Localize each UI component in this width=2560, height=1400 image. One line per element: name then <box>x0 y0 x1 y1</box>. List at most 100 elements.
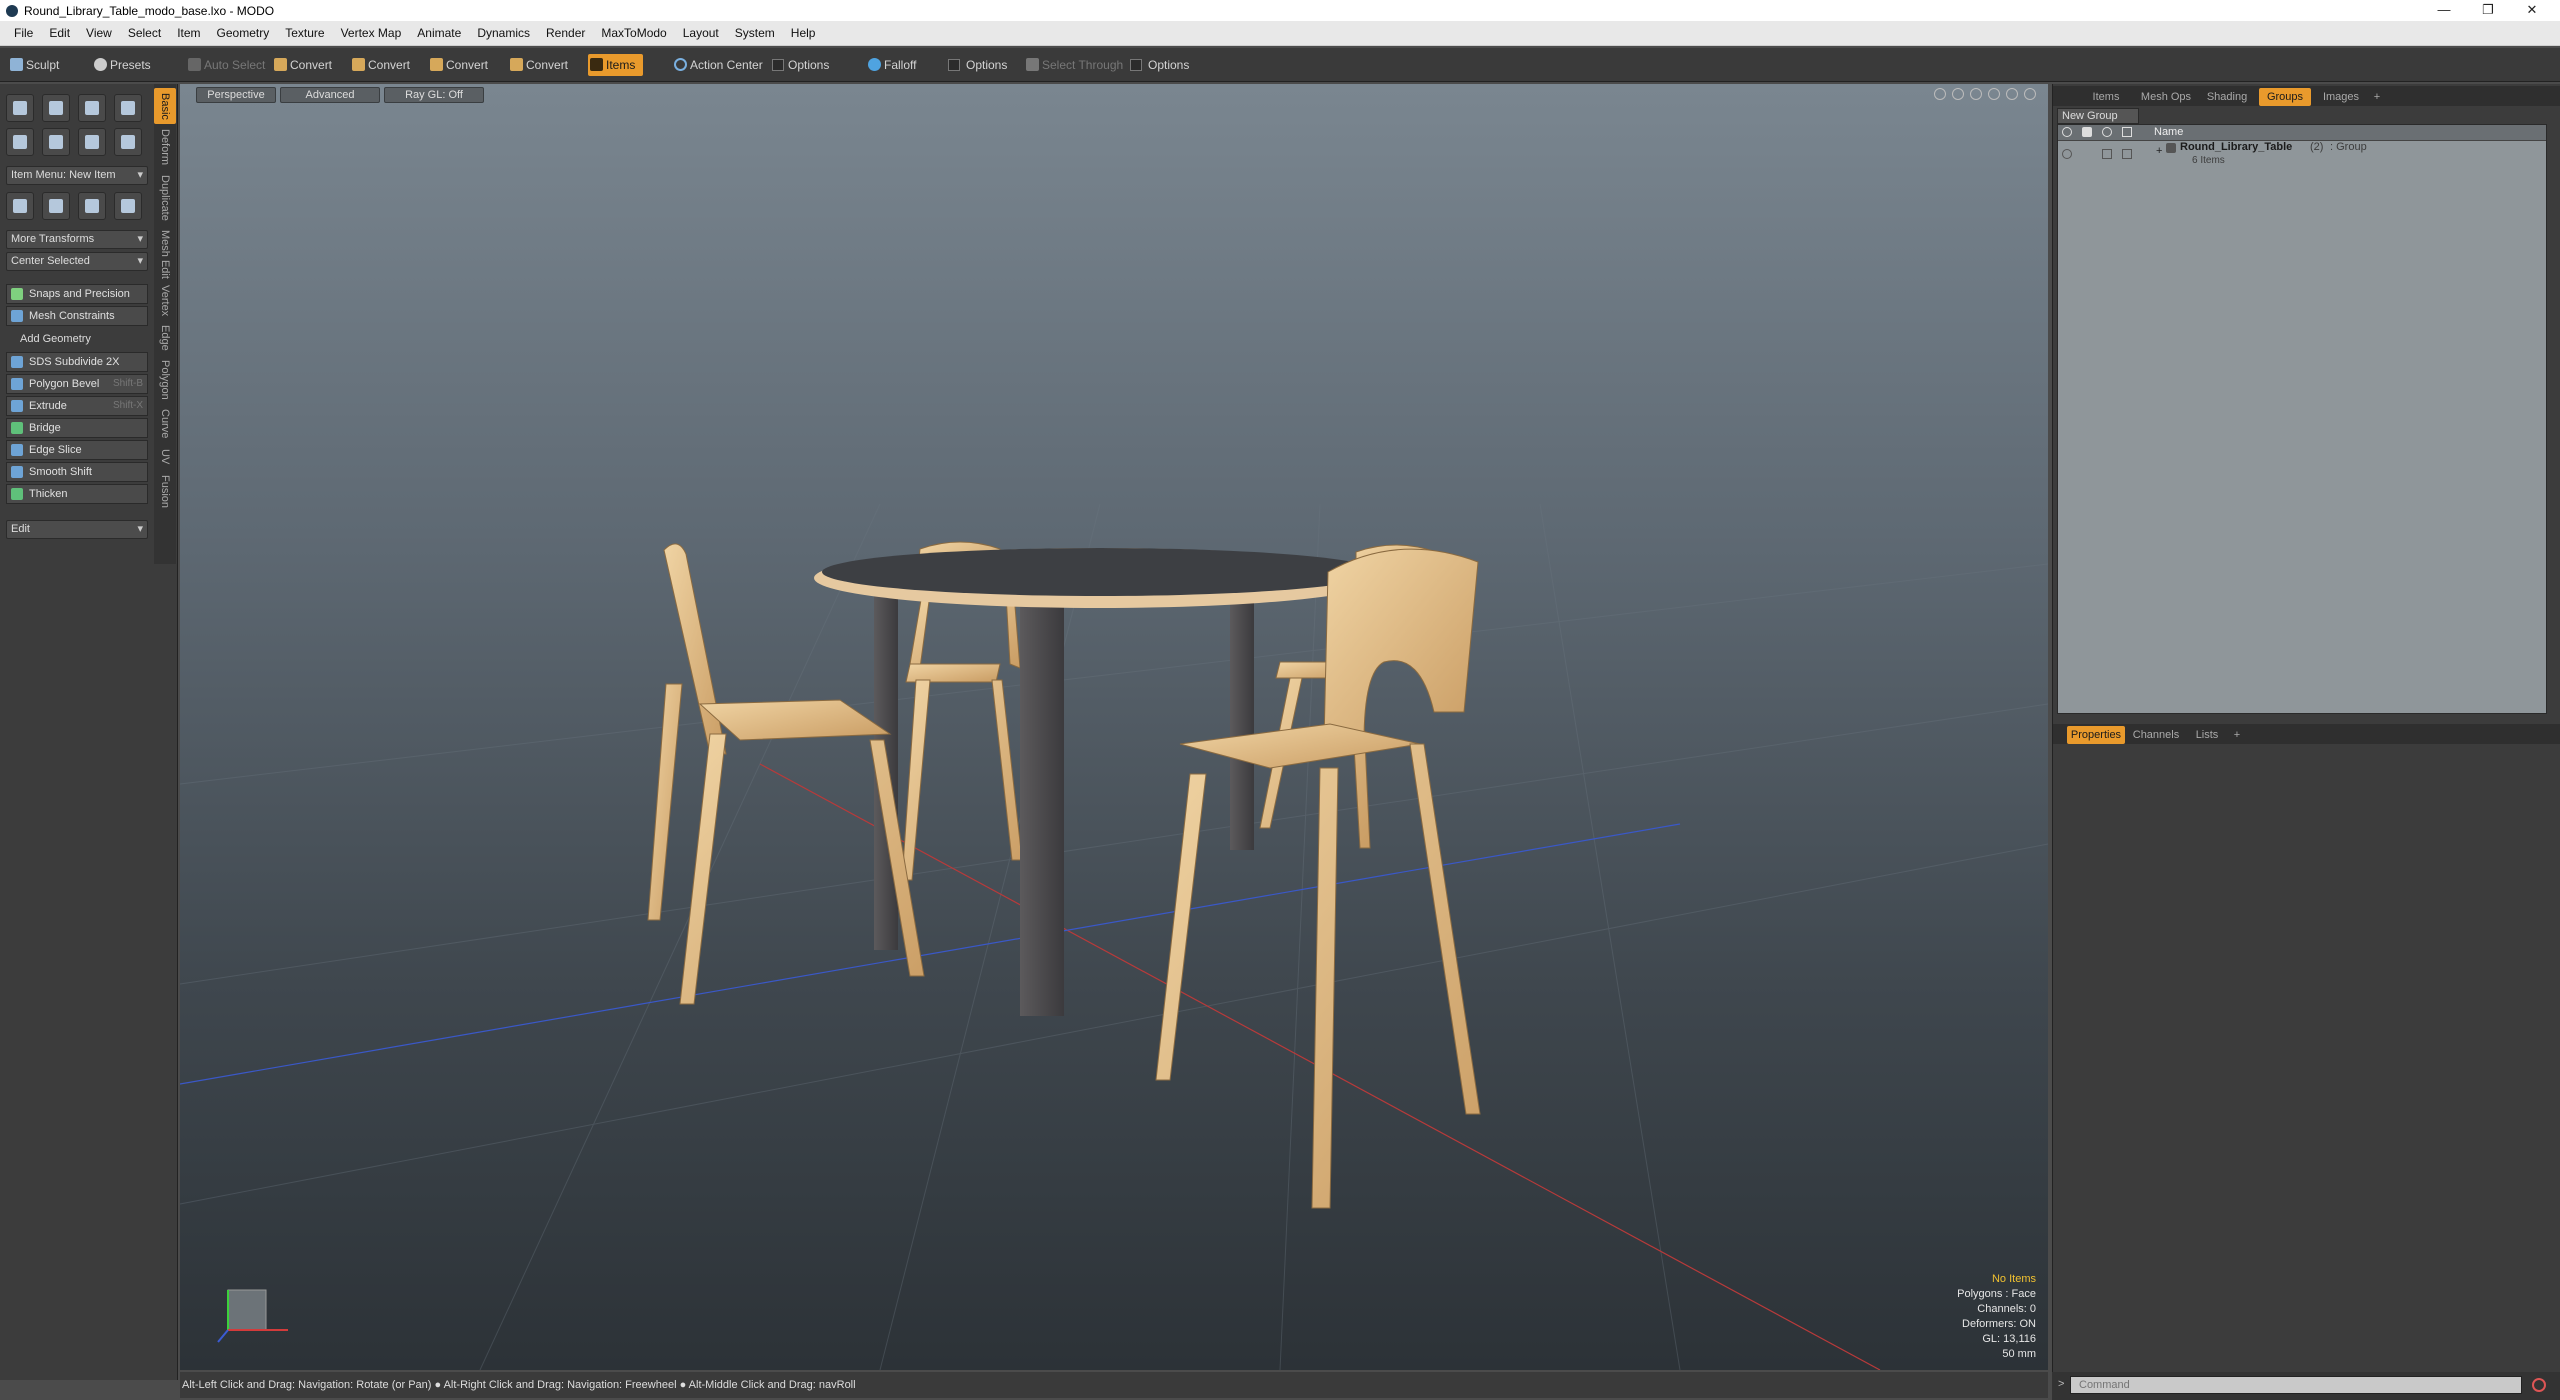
tab-mesh-edit[interactable]: Mesh Edit <box>154 228 176 280</box>
menu-view[interactable]: View <box>86 26 112 40</box>
tab-shading[interactable]: Shading <box>2199 88 2255 106</box>
tab-uv[interactable]: UV <box>154 444 176 470</box>
tab-basic[interactable]: Basic <box>154 88 176 124</box>
advanced-shading-button[interactable]: Advanced <box>280 87 380 103</box>
add-property-tab-button[interactable]: + <box>2229 726 2245 744</box>
tab-vertex[interactable]: Vertex <box>154 282 176 320</box>
perspective-view-button[interactable]: Perspective <box>196 87 276 103</box>
tool-label: Thicken <box>29 488 68 500</box>
pyramid-tool-icon[interactable] <box>114 192 142 220</box>
items-mode-button[interactable]: Items <box>588 54 644 76</box>
raygl-toggle-button[interactable]: Ray GL: Off <box>384 87 484 103</box>
group-row[interactable]: + Round_Library_Table (2) : Group 6 Item… <box>2058 141 2546 173</box>
grid-tool-icon[interactable] <box>42 192 70 220</box>
center-selected-dropdown[interactable]: Center Selected <box>6 252 148 271</box>
menu-render[interactable]: Render <box>546 26 585 40</box>
rotate-icon[interactable] <box>1952 88 1964 100</box>
tool-bridge[interactable]: Bridge <box>6 418 148 438</box>
tool-polygon-bevel[interactable]: Polygon Bevel Shift-B <box>6 374 148 394</box>
convert-vertices-button[interactable]: Convert <box>272 54 332 76</box>
menu-item[interactable]: Item <box>177 26 200 40</box>
tab-polygon[interactable]: Polygon <box>154 356 176 404</box>
convert-polygons-button[interactable]: Convert <box>428 54 488 76</box>
tool-shortcut: Shift-X <box>112 400 143 411</box>
maximize-button[interactable]: ❐ <box>2468 0 2508 21</box>
tab-images[interactable]: Images <box>2315 88 2367 106</box>
tab-duplicate[interactable]: Duplicate <box>154 170 176 226</box>
eye-icon[interactable] <box>2062 149 2072 159</box>
action-center-options-button[interactable]: Options <box>770 54 829 76</box>
command-input[interactable] <box>2070 1376 2522 1394</box>
close-button[interactable]: ✕ <box>2512 0 2552 21</box>
snaps-and-precision-button[interactable]: Snaps and Precision <box>6 284 148 304</box>
capsule-primitive-icon[interactable] <box>42 128 70 156</box>
tab-mesh-ops[interactable]: Mesh Ops <box>2137 88 2195 106</box>
tool-smooth-shift[interactable]: Smooth Shift <box>6 462 148 482</box>
menu-file[interactable]: File <box>14 26 33 40</box>
tool-thicken[interactable]: Thicken <box>6 484 148 504</box>
tab-curve[interactable]: Curve <box>154 406 176 442</box>
edit-dropdown[interactable]: Edit <box>6 520 148 539</box>
minimize-button[interactable]: — <box>2424 0 2464 21</box>
gear-icon[interactable] <box>2006 88 2018 100</box>
select-through-button[interactable]: Select Through <box>1024 54 1123 76</box>
menu-animate[interactable]: Animate <box>417 26 461 40</box>
tab-items[interactable]: Items <box>2081 88 2131 106</box>
menu-system[interactable]: System <box>735 26 775 40</box>
mesh-constraints-button[interactable]: Mesh Constraints <box>6 306 148 326</box>
tab-properties[interactable]: Properties <box>2067 726 2125 744</box>
status-bar: Alt-Left Click and Drag: Navigation: Rot… <box>180 1372 2048 1398</box>
render-checkbox[interactable] <box>2102 149 2112 159</box>
menu-layout[interactable]: Layout <box>683 26 719 40</box>
3d-viewport[interactable]: Perspective Advanced Ray GL: Off No Item… <box>180 84 2048 1370</box>
presets-label: Presets <box>110 58 151 72</box>
menu-help[interactable]: Help <box>791 26 816 40</box>
presets-button[interactable]: Presets <box>92 54 151 76</box>
tool-edge-slice[interactable]: Edge Slice <box>6 440 148 460</box>
menu-geometry[interactable]: Geometry <box>217 26 270 40</box>
record-icon[interactable] <box>2532 1378 2546 1392</box>
menu-maxtomodo[interactable]: MaxToModo <box>601 26 666 40</box>
menu-texture[interactable]: Texture <box>285 26 324 40</box>
tool-extrude[interactable]: Extrude Shift-X <box>6 396 148 416</box>
paint-icon[interactable] <box>1988 88 2000 100</box>
item-menu-dropdown[interactable]: Item Menu: New Item <box>6 166 148 185</box>
menu-edit[interactable]: Edit <box>49 26 70 40</box>
tool-sds-subdivide[interactable]: SDS Subdivide 2X <box>6 352 148 372</box>
zoom-icon[interactable] <box>1970 88 1982 100</box>
expand-icon[interactable] <box>2024 88 2036 100</box>
menu-dynamics[interactable]: Dynamics <box>477 26 530 40</box>
menu-select[interactable]: Select <box>128 26 161 40</box>
tab-groups[interactable]: Groups <box>2259 88 2311 106</box>
convert-materials-button[interactable]: Convert <box>508 54 568 76</box>
text-primitive-icon[interactable] <box>114 128 142 156</box>
expand-group-icon[interactable]: + <box>2156 145 2162 157</box>
tab-channels[interactable]: Channels <box>2129 726 2183 744</box>
transform-tool-icon[interactable] <box>6 192 34 220</box>
more-transforms-dropdown[interactable]: More Transforms <box>6 230 148 249</box>
cube-primitive-icon[interactable] <box>6 94 34 122</box>
select-checkbox[interactable] <box>2122 149 2132 159</box>
add-tab-button[interactable]: + <box>2369 88 2385 106</box>
tab-edge[interactable]: Edge <box>154 322 176 354</box>
menu-vertex-map[interactable]: Vertex Map <box>341 26 402 40</box>
pan-icon[interactable] <box>1934 88 1946 100</box>
auto-select-button[interactable]: Auto Select <box>186 54 265 76</box>
globe-tool-icon[interactable] <box>78 192 106 220</box>
tab-lists[interactable]: Lists <box>2187 726 2227 744</box>
add-geometry-header[interactable]: Add Geometry <box>6 330 148 348</box>
cone-primitive-icon[interactable] <box>114 94 142 122</box>
sphere-primitive-icon[interactable] <box>42 94 70 122</box>
plane-primitive-icon[interactable] <box>78 128 106 156</box>
convert-edges-button[interactable]: Convert <box>350 54 410 76</box>
cylinder-primitive-icon[interactable] <box>78 94 106 122</box>
action-center-button[interactable]: Action Center <box>672 54 763 76</box>
sculpt-button[interactable]: Sculpt <box>8 54 59 76</box>
new-group-button[interactable]: New Group <box>2057 108 2139 124</box>
falloff-button[interactable]: Falloff <box>866 54 916 76</box>
select-through-options-button[interactable]: Options <box>1130 54 1189 76</box>
falloff-options-button[interactable]: Options <box>948 54 1007 76</box>
tab-fusion[interactable]: Fusion <box>154 472 176 512</box>
torus-primitive-icon[interactable] <box>6 128 34 156</box>
tab-deform[interactable]: Deform <box>154 126 176 168</box>
